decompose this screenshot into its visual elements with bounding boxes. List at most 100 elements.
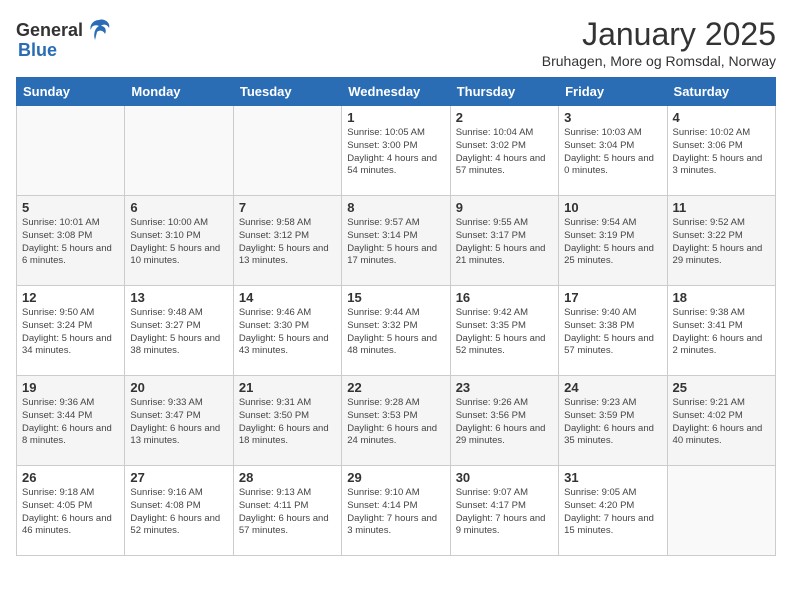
weekday-header: Friday [559, 78, 667, 106]
calendar-cell: 21 Sunrise: 9:31 AM Sunset: 3:50 PM Dayli… [233, 376, 341, 466]
day-detail: Sunrise: 9:05 AM Sunset: 4:20 PM Dayligh… [564, 487, 661, 538]
calendar-cell: 15Sunrise: 9:44 AM Sunset: 3:32 PM Dayli… [342, 286, 450, 376]
calendar-cell: 22 Sunrise: 9:28 AM Sunset: 3:53 PM Dayli… [342, 376, 450, 466]
day-number: 30 [456, 470, 553, 485]
weekday-header: Thursday [450, 78, 558, 106]
calendar-cell: 20Sunrise: 9:33 AM Sunset: 3:47 PM Dayli… [125, 376, 233, 466]
day-detail: Sunrise: 9:52 AM Sunset: 3:22 PM Dayligh… [673, 217, 770, 268]
day-number: 14 [239, 290, 336, 305]
day-detail: Sunrise: 9:50 AM Sunset: 3:24 PM Dayligh… [22, 307, 119, 358]
calendar-week-row: 5 Sunrise: 10:01 AM Sunset: 3:08 PM Dayli… [17, 196, 776, 286]
calendar-cell: 29Sunrise: 9:10 AM Sunset: 4:14 PM Dayli… [342, 466, 450, 556]
day-detail: Sunrise: 9:28 AM Sunset: 3:53 PM Dayligh… [347, 397, 444, 448]
day-detail: Sunrise: 9:23 AM Sunset: 3:59 PM Dayligh… [564, 397, 661, 448]
weekday-header: Sunday [17, 78, 125, 106]
logo: General Blue [16, 16, 113, 61]
calendar-cell: 12 Sunrise: 9:50 AM Sunset: 3:24 PM Dayli… [17, 286, 125, 376]
calendar-cell: 1 Sunrise: 10:05 AM Sunset: 3:00 PM Dayli… [342, 106, 450, 196]
calendar-cell: 18Sunrise: 9:38 AM Sunset: 3:41 PM Dayli… [667, 286, 775, 376]
day-detail: Sunrise: 9:31 AM Sunset: 3:50 PM Dayligh… [239, 397, 336, 448]
day-number: 6 [130, 200, 227, 215]
day-number: 19 [22, 380, 119, 395]
calendar-cell: 16 Sunrise: 9:42 AM Sunset: 3:35 PM Dayli… [450, 286, 558, 376]
month-title: January 2025 [542, 16, 776, 53]
day-detail: Sunrise: 9:16 AM Sunset: 4:08 PM Dayligh… [130, 487, 227, 538]
day-detail: Sunrise: 9:58 AM Sunset: 3:12 PM Dayligh… [239, 217, 336, 268]
title-area: January 2025 Bruhagen, More og Romsdal, … [542, 16, 776, 69]
calendar-cell: 24 Sunrise: 9:23 AM Sunset: 3:59 PM Dayli… [559, 376, 667, 466]
calendar-cell: 25Sunrise: 9:21 AM Sunset: 4:02 PM Dayli… [667, 376, 775, 466]
weekday-header: Tuesday [233, 78, 341, 106]
day-number: 12 [22, 290, 119, 305]
day-detail: Sunrise: 9:55 AM Sunset: 3:17 PM Dayligh… [456, 217, 553, 268]
day-detail: Sunrise: 9:36 AM Sunset: 3:44 PM Dayligh… [22, 397, 119, 448]
logo-general: General [16, 20, 83, 41]
day-number: 29 [347, 470, 444, 485]
day-number: 24 [564, 380, 661, 395]
day-number: 1 [347, 110, 444, 125]
calendar-week-row: 19 Sunrise: 9:36 AM Sunset: 3:44 PM Dayli… [17, 376, 776, 466]
calendar-cell: 11 Sunrise: 9:52 AM Sunset: 3:22 PM Dayli… [667, 196, 775, 286]
day-number: 4 [673, 110, 770, 125]
calendar-cell: 13 Sunrise: 9:48 AM Sunset: 3:27 PM Dayli… [125, 286, 233, 376]
day-number: 27 [130, 470, 227, 485]
calendar-cell: 10 Sunrise: 9:54 AM Sunset: 3:19 PM Dayli… [559, 196, 667, 286]
location-subtitle: Bruhagen, More og Romsdal, Norway [542, 53, 776, 69]
day-number: 17 [564, 290, 661, 305]
calendar-cell: 31 Sunrise: 9:05 AM Sunset: 4:20 PM Dayli… [559, 466, 667, 556]
day-number: 16 [456, 290, 553, 305]
day-number: 2 [456, 110, 553, 125]
day-detail: Sunrise: 9:48 AM Sunset: 3:27 PM Dayligh… [130, 307, 227, 358]
calendar-cell: 26 Sunrise: 9:18 AM Sunset: 4:05 PM Dayli… [17, 466, 125, 556]
day-number: 23 [456, 380, 553, 395]
day-number: 9 [456, 200, 553, 215]
day-detail: Sunrise: 9:46 AM Sunset: 3:30 PM Dayligh… [239, 307, 336, 358]
logo-blue: Blue [18, 40, 57, 61]
day-number: 21 [239, 380, 336, 395]
day-number: 15 [347, 290, 444, 305]
day-detail: Sunrise: 9:54 AM Sunset: 3:19 PM Dayligh… [564, 217, 661, 268]
day-number: 22 [347, 380, 444, 395]
day-detail: Sunrise: 10:02 AM Sunset: 3:06 PM Daylig… [673, 127, 770, 178]
day-detail: Sunrise: 10:01 AM Sunset: 3:08 PM Daylig… [22, 217, 119, 268]
day-number: 10 [564, 200, 661, 215]
calendar-cell: 14 Sunrise: 9:46 AM Sunset: 3:30 PM Dayli… [233, 286, 341, 376]
weekday-header: Monday [125, 78, 233, 106]
day-number: 13 [130, 290, 227, 305]
page-header: General Blue January 2025 Bruhagen, More… [16, 16, 776, 69]
calendar-cell: 30 Sunrise: 9:07 AM Sunset: 4:17 PM Dayli… [450, 466, 558, 556]
day-detail: Sunrise: 10:00 AM Sunset: 3:10 PM Daylig… [130, 217, 227, 268]
weekday-header: Saturday [667, 78, 775, 106]
day-number: 26 [22, 470, 119, 485]
calendar-cell [233, 106, 341, 196]
day-detail: Sunrise: 9:42 AM Sunset: 3:35 PM Dayligh… [456, 307, 553, 358]
calendar-table: SundayMondayTuesdayWednesdayThursdayFrid… [16, 77, 776, 556]
day-detail: Sunrise: 9:57 AM Sunset: 3:14 PM Dayligh… [347, 217, 444, 268]
day-number: 28 [239, 470, 336, 485]
calendar-body: 1 Sunrise: 10:05 AM Sunset: 3:00 PM Dayli… [17, 106, 776, 556]
calendar-week-row: 1 Sunrise: 10:05 AM Sunset: 3:00 PM Dayli… [17, 106, 776, 196]
day-detail: Sunrise: 9:07 AM Sunset: 4:17 PM Dayligh… [456, 487, 553, 538]
day-number: 5 [22, 200, 119, 215]
day-detail: Sunrise: 10:05 AM Sunset: 3:00 PM Daylig… [347, 127, 444, 178]
calendar-cell: 27 Sunrise: 9:16 AM Sunset: 4:08 PM Dayli… [125, 466, 233, 556]
day-detail: Sunrise: 9:18 AM Sunset: 4:05 PM Dayligh… [22, 487, 119, 538]
day-number: 11 [673, 200, 770, 215]
calendar-cell: 3 Sunrise: 10:03 AM Sunset: 3:04 PM Dayli… [559, 106, 667, 196]
calendar-cell [17, 106, 125, 196]
calendar-cell: 4 Sunrise: 10:02 AM Sunset: 3:06 PM Dayli… [667, 106, 775, 196]
day-number: 8 [347, 200, 444, 215]
calendar-week-row: 26 Sunrise: 9:18 AM Sunset: 4:05 PM Dayli… [17, 466, 776, 556]
calendar-cell: 6 Sunrise: 10:00 AM Sunset: 3:10 PM Dayli… [125, 196, 233, 286]
day-detail: Sunrise: 9:40 AM Sunset: 3:38 PM Dayligh… [564, 307, 661, 358]
day-detail: Sunrise: 9:33 AM Sunset: 3:47 PM Dayligh… [130, 397, 227, 448]
day-number: 3 [564, 110, 661, 125]
day-detail: Sunrise: 9:13 AM Sunset: 4:11 PM Dayligh… [239, 487, 336, 538]
calendar-cell [125, 106, 233, 196]
weekday-header: Wednesday [342, 78, 450, 106]
day-detail: Sunrise: 9:26 AM Sunset: 3:56 PM Dayligh… [456, 397, 553, 448]
calendar-cell: 28 Sunrise: 9:13 AM Sunset: 4:11 PM Dayli… [233, 466, 341, 556]
day-detail: Sunrise: 10:03 AM Sunset: 3:04 PM Daylig… [564, 127, 661, 178]
day-number: 31 [564, 470, 661, 485]
calendar-header-row: SundayMondayTuesdayWednesdayThursdayFrid… [17, 78, 776, 106]
